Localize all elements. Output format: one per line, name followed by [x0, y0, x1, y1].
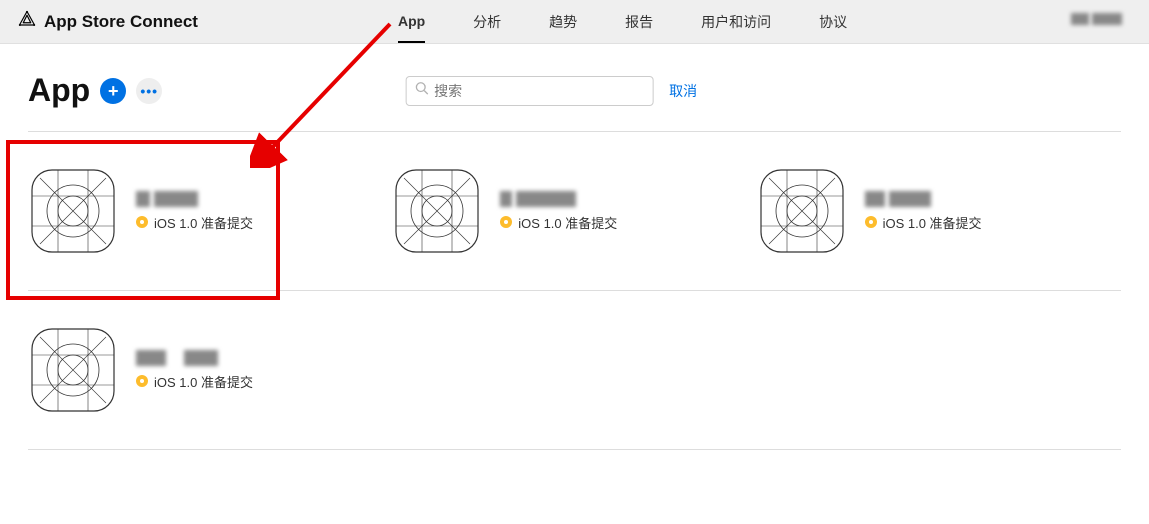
- app-status: iOS 1.0 准备提交: [136, 213, 253, 232]
- app-name-redacted: [136, 350, 253, 366]
- add-app-button[interactable]: +: [100, 78, 126, 104]
- app-placeholder-icon: [757, 166, 847, 256]
- nav-reports[interactable]: 报告: [625, 0, 653, 44]
- status-text: iOS 1.0 准备提交: [883, 213, 982, 232]
- account-menu[interactable]: [1071, 13, 1131, 31]
- app-card[interactable]: iOS 1.0 准备提交: [757, 166, 1121, 256]
- app-card[interactable]: iOS 1.0 准备提交: [28, 325, 392, 415]
- ellipsis-icon: •••: [140, 83, 158, 99]
- page-content: App + ••• 取消: [0, 44, 1149, 478]
- search-cancel-button[interactable]: 取消: [669, 81, 697, 101]
- app-status: iOS 1.0 准备提交: [136, 372, 253, 391]
- status-pending-icon: [136, 375, 148, 387]
- status-text: iOS 1.0 准备提交: [154, 213, 253, 232]
- app-name-redacted: [136, 191, 253, 207]
- status-pending-icon: [500, 216, 512, 228]
- nav-users-access[interactable]: 用户和访问: [701, 0, 771, 44]
- app-status: iOS 1.0 准备提交: [500, 213, 617, 232]
- top-navigation-bar: App Store Connect App 分析 趋势 报告 用户和访问 协议: [0, 0, 1149, 44]
- page-header: App + ••• 取消: [28, 72, 1121, 132]
- search-input[interactable]: [434, 83, 644, 99]
- nav-app[interactable]: App: [398, 1, 425, 43]
- nav-analytics[interactable]: 分析: [473, 0, 501, 44]
- app-placeholder-icon: [392, 166, 482, 256]
- status-pending-icon: [865, 216, 877, 228]
- search-icon: [414, 81, 428, 100]
- search-field-wrapper[interactable]: [405, 76, 653, 106]
- app-placeholder-icon: [28, 325, 118, 415]
- nav-agreements[interactable]: 协议: [819, 0, 847, 44]
- plus-icon: +: [108, 82, 119, 100]
- status-pending-icon: [136, 216, 148, 228]
- status-text: iOS 1.0 准备提交: [154, 372, 253, 391]
- brand[interactable]: App Store Connect: [18, 10, 198, 33]
- app-store-connect-icon: [18, 10, 36, 33]
- page-title: App: [28, 72, 90, 109]
- brand-label: App Store Connect: [44, 12, 198, 32]
- apps-grid: iOS 1.0 准备提交 iOS 1.0 准备提交: [28, 132, 1121, 450]
- more-actions-button[interactable]: •••: [136, 78, 162, 104]
- app-card[interactable]: iOS 1.0 准备提交: [28, 166, 392, 256]
- app-card[interactable]: iOS 1.0 准备提交: [392, 166, 756, 256]
- status-text: iOS 1.0 准备提交: [518, 213, 617, 232]
- app-placeholder-icon: [28, 166, 118, 256]
- nav-trends[interactable]: 趋势: [549, 0, 577, 44]
- main-nav: App 分析 趋势 报告 用户和访问 协议: [398, 0, 1071, 44]
- app-name-redacted: [865, 191, 982, 207]
- app-status: iOS 1.0 准备提交: [865, 213, 982, 232]
- app-name-redacted: [500, 191, 617, 207]
